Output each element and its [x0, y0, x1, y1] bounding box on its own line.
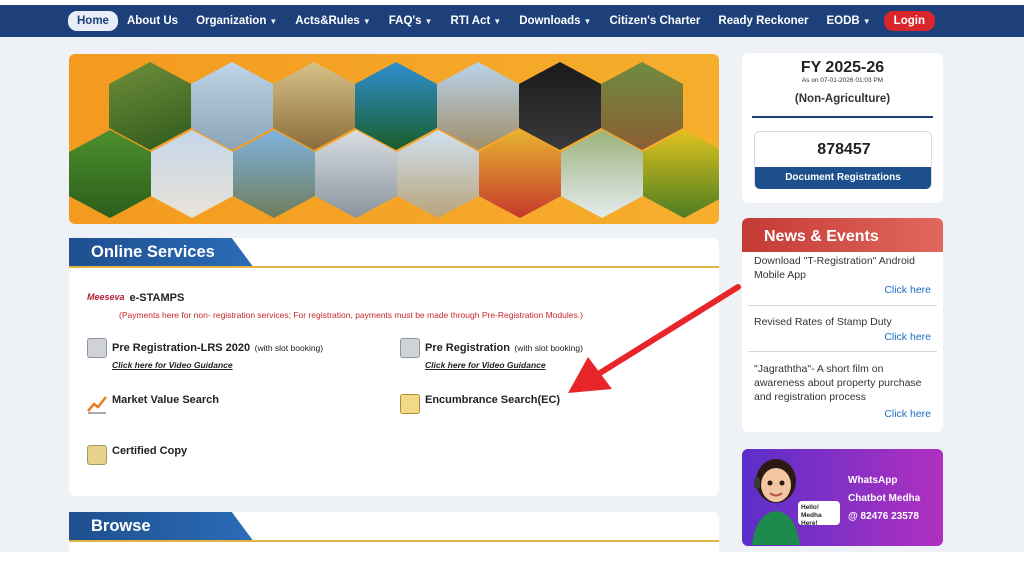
divider [752, 116, 933, 118]
news-item-text: "Jagraththa"- A short film on awareness … [754, 363, 922, 403]
news-item-link[interactable]: Click here [884, 331, 931, 343]
certificate-icon [400, 394, 420, 414]
document-registrations-counter: 878457 Document Registrations [754, 131, 932, 189]
market-value-search-service[interactable]: Market Value Search [87, 394, 219, 414]
encumbrance-search-service[interactable]: Encumbrance Search(EC) [400, 394, 560, 414]
chevron-down-icon: ▼ [583, 16, 592, 26]
nav-home[interactable]: Home [68, 11, 118, 31]
pre-registration-lrs-service[interactable]: Pre Registration-LRS 2020 (with slot boo… [87, 338, 323, 370]
pre-registration-video-link[interactable]: Click here for Video Guidance [425, 360, 583, 370]
nav-ready-reckoner[interactable]: Ready Reckoner [709, 11, 817, 31]
fy-title: FY 2025-26 [800, 59, 885, 76]
fy-type: (Non-Agriculture) [794, 93, 891, 105]
nav-downloads[interactable]: Downloads ▼ [510, 11, 600, 31]
chatbot-name: Chatbot Medha [848, 493, 921, 504]
registration-count: 878457 [817, 141, 871, 158]
news-item-text: Revised Rates of Stamp Duty [754, 316, 892, 328]
divider [748, 305, 937, 306]
whatsapp-number: @ 82476 23578 [848, 511, 919, 522]
heading-underline [69, 266, 719, 268]
online-services-heading: Online Services [69, 238, 254, 268]
estamps-title: e-STAMPS [129, 292, 185, 304]
login-button[interactable]: Login [883, 11, 935, 31]
chevron-down-icon: ▼ [269, 16, 278, 26]
news-events-panel: News & Events Download "T-Registration" … [742, 218, 943, 432]
certified-copy-service[interactable]: Certified Copy [87, 445, 187, 465]
top-navigation: Home About Us Organization ▼ Acts&Rules ▼ … [0, 5, 1024, 37]
whatsapp-chatbot-banner[interactable]: Hello! Medha Here! WhatsApp Chatbot Medh… [742, 449, 943, 546]
news-item-link[interactable]: Click here [884, 284, 931, 296]
meeseva-logo: Meeseva [87, 292, 125, 302]
speech-bubble: Hello! Medha Here! [798, 501, 840, 527]
chevron-down-icon: ▼ [862, 16, 871, 26]
chevron-down-icon: ▼ [493, 16, 502, 26]
nav-eodb[interactable]: EODB ▼ [818, 11, 880, 31]
chevron-down-icon: ▼ [424, 16, 433, 26]
browse-panel: Browse [69, 512, 719, 552]
registration-stats-panel: FY 2025-26 As on 07-01-2026 01:03 PM (No… [742, 53, 943, 203]
nav-rti-act[interactable]: RTI Act ▼ [441, 11, 510, 31]
pre-lrs-video-link[interactable]: Click here for Video Guidance [112, 360, 323, 370]
document-icon [400, 338, 420, 358]
bottom-strip [0, 552, 1024, 576]
news-item-link[interactable]: Click here [884, 408, 931, 420]
nav-citizens-charter[interactable]: Citizen's Charter [600, 11, 709, 31]
news-events-heading: News & Events [742, 218, 943, 252]
estamps-service[interactable]: Meeseva e-STAMPS [87, 292, 184, 304]
chart-trend-icon [87, 394, 107, 414]
copy-document-icon [87, 445, 107, 465]
pre-registration-service[interactable]: Pre Registration (with slot booking) Cli… [400, 338, 583, 370]
registration-count-label: Document Registrations [755, 167, 931, 189]
estamps-note: (Payments here for non- registration ser… [119, 310, 583, 320]
chatbot-avatar [752, 459, 800, 545]
heritage-banner [69, 54, 719, 224]
whatsapp-label: WhatsApp [848, 475, 898, 486]
nav-about-us[interactable]: About Us [118, 11, 187, 31]
news-item-text: Download "T-Registration" Android Mobile… [754, 255, 915, 281]
fy-as-of: As on 07-01-2026 01:03 PM [801, 77, 884, 84]
browse-heading: Browse [69, 512, 254, 542]
online-services-panel: Online Services Meeseva e-STAMPS (Paymen… [69, 238, 719, 496]
chevron-down-icon: ▼ [362, 16, 371, 26]
heading-underline [69, 540, 719, 542]
nav-faqs[interactable]: FAQ's ▼ [380, 11, 442, 31]
document-icon [87, 338, 107, 358]
nav-organization[interactable]: Organization ▼ [187, 11, 286, 31]
nav-acts-rules[interactable]: Acts&Rules ▼ [286, 11, 379, 31]
divider [748, 351, 937, 352]
